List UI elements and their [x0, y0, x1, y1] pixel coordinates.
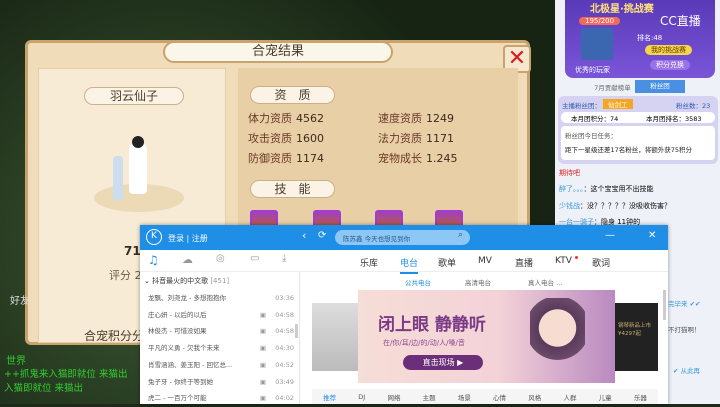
mv-icon[interactable]: ▣	[260, 390, 266, 407]
notification-dot	[575, 256, 578, 259]
pet-score: 71	[124, 244, 141, 258]
tab-library[interactable]: 乐库	[360, 256, 378, 269]
nav-bar: ♫ ☁ ◎ ▭ ⤓ 乐库 电台 歌单 MV 直播 KTV 歌词	[140, 250, 668, 274]
category-item[interactable]: DJ	[358, 393, 365, 401]
title-bar: K 登录 | 注册 ‹ ⟳ 陈苏鑫 今天也想见到你 ⌕ — ✕	[140, 225, 668, 250]
banner-portrait	[530, 298, 585, 373]
tab-ktv[interactable]: KTV	[555, 256, 572, 266]
category-item[interactable]: 网络	[387, 392, 400, 402]
rating-label: 评分 2	[109, 269, 142, 282]
category-item[interactable]: 风格	[528, 392, 541, 402]
tab-radio[interactable]: 电台	[400, 256, 419, 274]
playlist-header[interactable]: ⌄ 抖音最火的中文歌 [451]	[144, 276, 229, 286]
stat-speed: 速度资质 1249	[378, 112, 454, 125]
song-row[interactable]: 平凡的义勇 - 欠我个未来 ▣ 04:30	[148, 340, 298, 357]
chat-line: 入猫即就位 来猫出	[4, 383, 84, 394]
search-input[interactable]: 陈苏鑫 今天也想见到你	[335, 230, 470, 245]
tab-playlists[interactable]: 歌单	[438, 256, 456, 269]
stat-hp: 体力资质 4562	[248, 112, 324, 125]
music-note-icon[interactable]: ♫	[148, 253, 159, 267]
friends-label[interactable]: 好友	[10, 292, 30, 307]
mv-icon[interactable]: ▣	[260, 357, 266, 374]
stat-growth: 宠物成长 1.245	[378, 152, 458, 165]
category-item[interactable]: 人群	[563, 392, 576, 402]
radio-icon[interactable]: ◎	[216, 253, 225, 264]
scrollbar[interactable]	[295, 324, 298, 338]
subtab-public[interactable]: 公共电台	[405, 277, 431, 287]
category-bar: 推荐 DJ 网络 主题 场景 心情 风格 人群 儿童 乐器	[312, 389, 658, 404]
live-button[interactable]: 直击现场 ▶	[403, 355, 483, 370]
chat-message: 醉了。。。：这个宝宝用不出技能	[559, 185, 654, 193]
aptitude-header: 资 质	[250, 86, 335, 104]
minimize-icon[interactable]: —	[605, 230, 615, 241]
close-icon[interactable]: ✕	[648, 230, 656, 241]
pet-sprite	[94, 134, 184, 214]
tab-live[interactable]: 直播	[515, 256, 533, 269]
cc-logo: CC直播	[660, 14, 701, 28]
song-row[interactable]: 林俊杰 - 可惜没如果 ▣ 04:58	[148, 323, 298, 340]
device-icon[interactable]: ▭	[250, 253, 259, 264]
tab-contribution[interactable]: 7月贡献榜单	[590, 82, 635, 92]
playlist-panel: ⌄ 抖音最火的中文歌 [451] 龙飘、刘尧龙 - 多想抱抱你 03:36 庄心妍…	[140, 272, 300, 404]
tab-mv[interactable]: MV	[478, 256, 492, 266]
stat-magic: 法力资质 1171	[378, 132, 454, 145]
back-icon[interactable]: ‹	[302, 229, 306, 242]
search-icon[interactable]: ⌕	[458, 230, 463, 240]
stat-defense: 防御资质 1174	[248, 152, 324, 165]
category-item[interactable]: 主题	[423, 392, 436, 402]
tab-fan-club[interactable]: 粉丝团	[635, 80, 685, 93]
category-recommend[interactable]: 推荐	[323, 392, 336, 402]
side-banner-left[interactable]	[312, 303, 358, 371]
pet-name: 羽云仙子	[84, 87, 184, 105]
refresh-icon[interactable]: ⟳	[318, 230, 326, 241]
kugou-logo-icon: K	[146, 229, 162, 245]
category-item[interactable]: 乐器	[634, 392, 647, 402]
skills-header: 技 能	[250, 180, 335, 198]
song-row[interactable]: 肖雪涵涵、姜玉阳 - 回忆总... ▣ 04:52	[148, 357, 298, 374]
stat-attack: 攻击资质 1600	[248, 132, 324, 145]
song-row[interactable]: 兔子牙 - 你终于等到她 ▣ 03:49	[148, 374, 298, 391]
chat-line: ++抓鬼来入猫即就位 来猫出	[4, 369, 128, 380]
mv-icon[interactable]: ▣	[260, 307, 266, 324]
category-item[interactable]: 心情	[493, 392, 506, 402]
download-icon[interactable]: ⤓	[282, 253, 286, 264]
chat-channel: 世界	[6, 356, 26, 367]
subtab-human[interactable]: 真人电台 ...	[528, 277, 562, 287]
category-item[interactable]: 场景	[458, 392, 471, 402]
login-link[interactable]: 登录 | 注册	[168, 233, 208, 244]
kugou-music-window: K 登录 | 注册 ‹ ⟳ 陈苏鑫 今天也想见到你 ⌕ — ✕ ♫ ☁ ◎ ▭ …	[140, 225, 668, 404]
song-row[interactable]: 虎二 - 一百万个可能 ▣ 04:02	[148, 390, 298, 407]
main-scrollbar[interactable]	[663, 290, 666, 320]
category-item[interactable]: 儿童	[599, 392, 612, 402]
song-row[interactable]: 庄心妍 - 以后的以后 ▣ 04:58	[148, 307, 298, 324]
radio-banner[interactable]: 闭上眼 静静听 在/你/耳/边/的/动/人/嗓/音 直击现场 ▶	[358, 290, 615, 383]
side-banner-right[interactable]: 钢琴新品上市 ¥4297起	[615, 303, 658, 371]
mv-icon[interactable]: ▣	[260, 323, 266, 340]
anchor-avatar	[581, 28, 613, 60]
dialog-title: 合宠结果	[163, 41, 393, 63]
subtab-hd[interactable]: 高清电台	[465, 277, 491, 287]
merge-points-label: 合宠积分分	[84, 329, 145, 343]
mv-icon[interactable]: ▣	[260, 374, 266, 391]
chat-message: 少钱战：没？？？？？没吸收伤害？	[559, 202, 671, 210]
song-row[interactable]: 龙飘、刘尧龙 - 多想抱抱你 03:36	[148, 290, 298, 307]
tab-lyrics[interactable]: 歌词	[592, 256, 610, 269]
event-banner[interactable]: 北极星·挑战赛 195/200 优秀的玩家 CC直播 排名:48 我的挑战赛 积…	[565, 0, 715, 78]
fan-club-box: 主播粉丝团： 仙剑工 粉丝数：23 本月团积分：74 本月团排名：3583 粉丝团…	[558, 96, 718, 164]
cloud-icon[interactable]: ☁	[182, 253, 193, 266]
mv-icon[interactable]: ▣	[260, 340, 266, 357]
